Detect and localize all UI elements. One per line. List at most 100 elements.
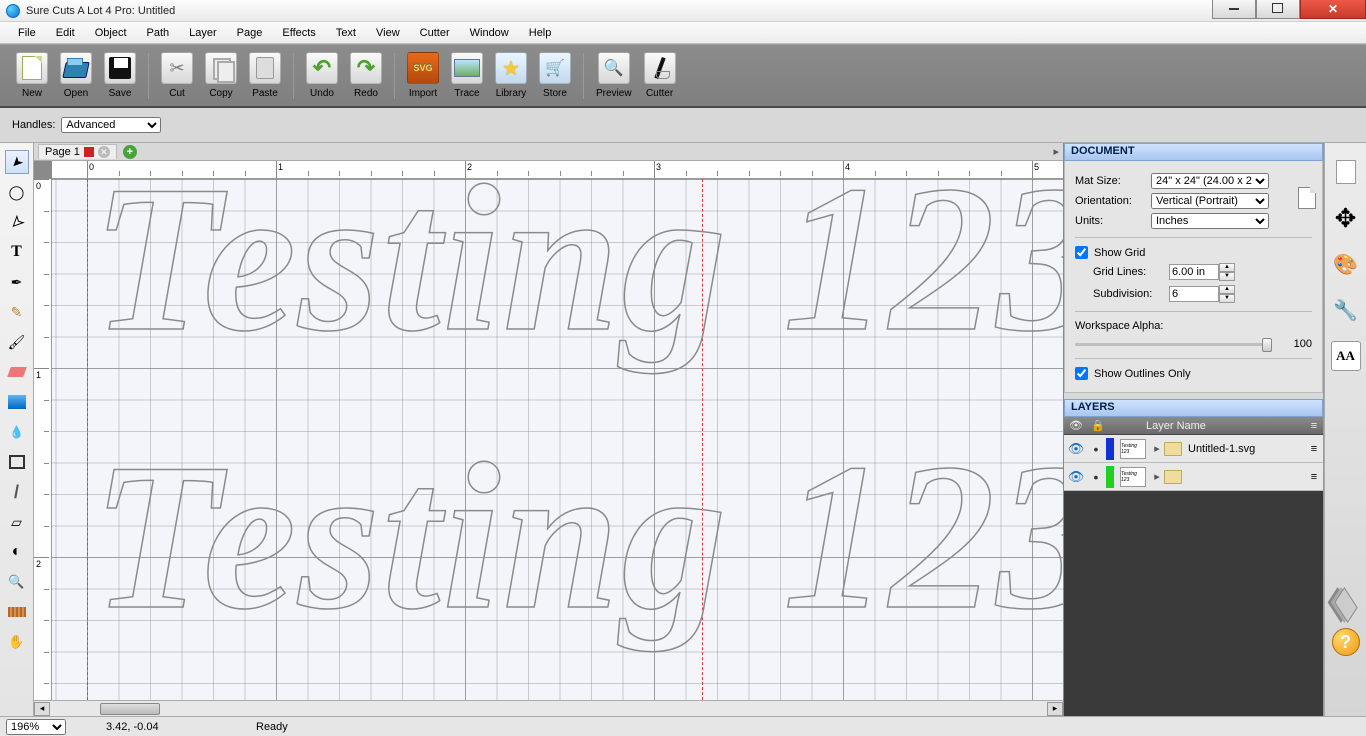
minimize-button[interactable] bbox=[1212, 0, 1256, 19]
selection-tool[interactable] bbox=[5, 150, 29, 174]
menu-window[interactable]: Window bbox=[460, 25, 519, 41]
copy-button[interactable]: Copy bbox=[205, 52, 237, 99]
menu-path[interactable]: Path bbox=[137, 25, 180, 41]
import-button[interactable]: Import bbox=[407, 52, 439, 99]
title-bar: Sure Cuts A Lot 4 Pro: Untitled bbox=[0, 0, 1366, 22]
menu-text[interactable]: Text bbox=[326, 25, 366, 41]
redo-button[interactable]: Redo bbox=[350, 52, 382, 99]
handles-select[interactable]: Advanced bbox=[61, 117, 161, 133]
subdivision-input[interactable] bbox=[1169, 286, 1219, 302]
eraser-tool[interactable] bbox=[5, 360, 29, 384]
menu-page[interactable]: Page bbox=[227, 25, 273, 41]
layers-panel-header[interactable]: LAYERS bbox=[1064, 399, 1323, 417]
guide-line[interactable] bbox=[87, 179, 88, 700]
orientation-select[interactable]: Vertical (Portrait) bbox=[1151, 193, 1269, 209]
layer-dot[interactable]: • bbox=[1088, 441, 1104, 457]
show-grid-checkbox[interactable] bbox=[1075, 246, 1088, 259]
layers-tab-icon[interactable] bbox=[1331, 590, 1361, 620]
brush-tool[interactable] bbox=[5, 330, 29, 354]
units-select[interactable]: Inches bbox=[1151, 213, 1269, 229]
undo-button[interactable]: Undo bbox=[306, 52, 338, 99]
distort-tool[interactable] bbox=[5, 510, 29, 534]
page-tab[interactable]: Page 1 ✕ bbox=[38, 144, 117, 159]
layer-expand-icon[interactable]: ▸ bbox=[1150, 442, 1164, 455]
layer-dot[interactable]: • bbox=[1088, 469, 1104, 485]
menu-file[interactable]: File bbox=[8, 25, 46, 41]
lasso-tool[interactable] bbox=[5, 180, 29, 204]
knife-tool[interactable] bbox=[5, 480, 29, 504]
preview-icon bbox=[598, 52, 630, 84]
close-button[interactable] bbox=[1300, 0, 1366, 19]
layer-visibility-icon[interactable]: 👁 bbox=[1064, 469, 1088, 485]
trace-button[interactable]: Trace bbox=[451, 52, 483, 99]
menu-layer[interactable]: Layer bbox=[179, 25, 227, 41]
horizontal-scrollbar[interactable]: ◂ ▸ bbox=[34, 700, 1063, 716]
ruler-tool[interactable] bbox=[5, 600, 29, 624]
gradient-tool[interactable] bbox=[5, 390, 29, 414]
shape-tool[interactable] bbox=[5, 450, 29, 474]
scroll-thumb[interactable] bbox=[100, 703, 160, 715]
cutting-mat[interactable]: Testing 123 Testing 123 bbox=[52, 179, 1063, 700]
close-tab-icon[interactable]: ✕ bbox=[98, 146, 110, 158]
document-panel-header[interactable]: DOCUMENT bbox=[1064, 143, 1323, 161]
workspace-alpha-slider[interactable] bbox=[1075, 343, 1272, 346]
position-tab-icon[interactable] bbox=[1331, 203, 1361, 233]
scroll-left-button[interactable]: ◂ bbox=[34, 702, 50, 716]
layer-color-swatch[interactable] bbox=[1106, 438, 1114, 460]
layer-menu-icon[interactable]: ≡ bbox=[1305, 471, 1323, 483]
design-text-1[interactable]: Testing 123 bbox=[92, 179, 1063, 380]
subdivision-spinner[interactable]: ▲▼ bbox=[1219, 285, 1235, 303]
layer-row[interactable]: 👁•Testing 123▸≡ bbox=[1064, 463, 1323, 491]
layer-expand-icon[interactable]: ▸ bbox=[1150, 470, 1164, 483]
menu-effects[interactable]: Effects bbox=[272, 25, 325, 41]
preview-button[interactable]: Preview bbox=[596, 52, 632, 99]
mat-size-select[interactable]: 24" x 24" (24.00 x 24 bbox=[1151, 173, 1269, 189]
style-tab-icon[interactable] bbox=[1331, 295, 1361, 325]
design-text-2[interactable]: Testing 123 bbox=[92, 417, 1063, 658]
eyedropper-tool[interactable] bbox=[5, 420, 29, 444]
zoom-select[interactable]: 196% bbox=[6, 719, 66, 735]
scroll-right-button[interactable]: ▸ bbox=[1047, 702, 1063, 716]
menu-view[interactable]: View bbox=[366, 25, 410, 41]
layer-name[interactable]: Untitled-1.svg bbox=[1188, 443, 1305, 455]
text-tool[interactable] bbox=[5, 240, 29, 264]
properties-panels: DOCUMENT Mat Size: 24" x 24" (24.00 x 24… bbox=[1064, 143, 1324, 716]
menu-cutter[interactable]: Cutter bbox=[410, 25, 460, 41]
pen-tool[interactable] bbox=[5, 270, 29, 294]
menu-help[interactable]: Help bbox=[519, 25, 562, 41]
tab-overflow-icon[interactable]: ▸ bbox=[1053, 145, 1059, 158]
text-tab-icon[interactable] bbox=[1331, 341, 1361, 371]
grid-lines-spinner[interactable]: ▲▼ bbox=[1219, 263, 1235, 281]
maximize-button[interactable] bbox=[1256, 0, 1300, 19]
library-button[interactable]: Library bbox=[495, 52, 527, 99]
grid-lines-input[interactable] bbox=[1169, 264, 1219, 280]
help-icon[interactable]: ? bbox=[1332, 628, 1360, 656]
menu-edit[interactable]: Edit bbox=[46, 25, 85, 41]
open-icon bbox=[60, 52, 92, 84]
node-edit-tool[interactable] bbox=[5, 210, 29, 234]
fill-stroke-tab-icon[interactable] bbox=[1331, 249, 1361, 279]
paste-button[interactable]: Paste bbox=[249, 52, 281, 99]
boolean-tool[interactable] bbox=[5, 540, 29, 564]
open-button[interactable]: Open bbox=[60, 52, 92, 99]
pencil-tool[interactable] bbox=[5, 300, 29, 324]
add-page-button[interactable]: + bbox=[123, 145, 137, 159]
hand-tool[interactable] bbox=[5, 630, 29, 654]
layer-menu-icon[interactable]: ≡ bbox=[1305, 443, 1323, 455]
paste-label: Paste bbox=[252, 88, 278, 99]
zoom-tool[interactable] bbox=[5, 570, 29, 594]
cutter-button[interactable]: Cutter bbox=[644, 52, 676, 99]
store-button[interactable]: Store bbox=[539, 52, 571, 99]
save-button[interactable]: Save bbox=[104, 52, 136, 99]
show-outlines-checkbox[interactable] bbox=[1075, 367, 1088, 380]
layer-row[interactable]: 👁•Testing 123▸Untitled-1.svg≡ bbox=[1064, 435, 1323, 463]
layers-menu-icon[interactable]: ≡ bbox=[1305, 420, 1323, 432]
layer-color-swatch[interactable] bbox=[1106, 466, 1114, 488]
menu-object[interactable]: Object bbox=[85, 25, 137, 41]
undo-icon bbox=[306, 52, 338, 84]
document-tab-icon[interactable] bbox=[1331, 157, 1361, 187]
layer-visibility-icon[interactable]: 👁 bbox=[1064, 441, 1088, 457]
cut-button[interactable]: Cut bbox=[161, 52, 193, 99]
new-button[interactable]: New bbox=[16, 52, 48, 99]
cut-icon bbox=[161, 52, 193, 84]
